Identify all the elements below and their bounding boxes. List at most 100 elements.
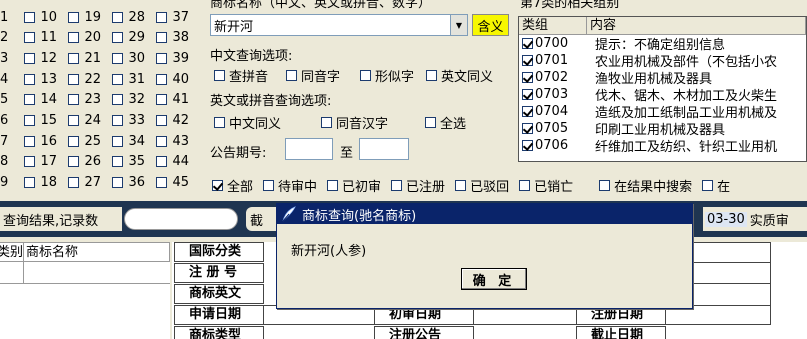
- class-option[interactable]: 33: [112, 111, 145, 131]
- status-filter-option[interactable]: 全部: [212, 176, 253, 195]
- checkbox[interactable]: [214, 117, 225, 128]
- announce-to-input[interactable]: [359, 138, 409, 160]
- checkbox[interactable]: [24, 73, 35, 85]
- checkbox[interactable]: [522, 55, 533, 66]
- checkbox[interactable]: [519, 179, 531, 191]
- checkbox[interactable]: [24, 156, 35, 168]
- class-option[interactable]: 8: [0, 152, 14, 172]
- class-option[interactable]: 36: [112, 173, 145, 193]
- checkbox[interactable]: [156, 32, 167, 44]
- checkbox[interactable]: [455, 179, 467, 191]
- checkbox[interactable]: [360, 70, 371, 81]
- checkbox[interactable]: [24, 52, 35, 64]
- chevron-down-icon[interactable]: ▼: [450, 15, 467, 35]
- list-item[interactable]: 0700 提示：不确定组别信息: [519, 35, 806, 53]
- option-homophone[interactable]: 同音字: [286, 66, 340, 85]
- checkbox[interactable]: [24, 115, 35, 126]
- checkbox[interactable]: [112, 94, 123, 106]
- meaning-button[interactable]: 含义: [472, 14, 509, 36]
- class-option[interactable]: 25: [68, 131, 101, 151]
- class-option[interactable]: 1: [0, 7, 14, 27]
- class-option[interactable]: 5: [0, 90, 14, 110]
- class-option[interactable]: 11: [24, 28, 57, 48]
- checkbox[interactable]: [68, 115, 79, 126]
- checkbox[interactable]: [156, 177, 167, 189]
- class-option[interactable]: 20: [68, 28, 101, 48]
- checkbox[interactable]: [522, 106, 533, 117]
- checkbox[interactable]: [112, 32, 123, 44]
- list-item[interactable]: 0702 渔牧业用机械及器具: [519, 69, 806, 87]
- checkbox[interactable]: [599, 179, 611, 191]
- checkbox[interactable]: [522, 123, 533, 134]
- checkbox[interactable]: [263, 179, 275, 191]
- checkbox[interactable]: [156, 11, 167, 23]
- class-option[interactable]: 35: [112, 152, 145, 172]
- checkbox[interactable]: [522, 38, 533, 49]
- checkbox[interactable]: [702, 179, 714, 191]
- class-option[interactable]: 45: [156, 173, 189, 193]
- checkbox[interactable]: [112, 73, 123, 85]
- class-option[interactable]: 13: [24, 69, 57, 89]
- checkbox[interactable]: [68, 32, 79, 44]
- class-option[interactable]: 37: [156, 7, 189, 27]
- class-option[interactable]: 24: [68, 111, 101, 131]
- class-option[interactable]: 16: [24, 131, 57, 151]
- status-filter-option[interactable]: 在结果中搜索: [599, 176, 692, 195]
- class-option[interactable]: 4: [0, 69, 14, 89]
- class-option[interactable]: 7: [0, 131, 14, 151]
- checkbox[interactable]: [68, 177, 79, 189]
- status-filter-option[interactable]: 已初审: [327, 176, 381, 195]
- class-option[interactable]: 12: [24, 48, 57, 68]
- checkbox[interactable]: [214, 70, 225, 81]
- checkbox[interactable]: [68, 135, 79, 147]
- checkbox[interactable]: [24, 135, 35, 147]
- checkbox[interactable]: [522, 72, 533, 83]
- ok-button[interactable]: 确 定: [461, 268, 527, 290]
- class-option[interactable]: 43: [156, 131, 189, 151]
- class-option[interactable]: 39: [156, 48, 189, 68]
- list-item[interactable]: 0701 农业用机械及部件（不包括小农: [519, 52, 806, 70]
- checkbox[interactable]: [68, 52, 79, 64]
- announce-from-input[interactable]: [285, 138, 333, 160]
- checkbox[interactable]: [24, 177, 35, 189]
- results-table[interactable]: 类别 商标名称: [0, 242, 170, 339]
- class-option[interactable]: 28: [112, 7, 145, 27]
- checkbox[interactable]: [425, 117, 436, 128]
- status-filter-option[interactable]: 已注册: [391, 176, 445, 195]
- dialog-title-bar[interactable]: 商标查询(驰名商标): [277, 204, 692, 224]
- status-filter-option[interactable]: 在: [702, 176, 730, 195]
- checkbox[interactable]: [112, 52, 123, 64]
- class-option[interactable]: 27: [68, 173, 101, 193]
- trademark-name-combobox[interactable]: 新开河 ▼: [210, 14, 468, 36]
- list-item[interactable]: 0703 伐木、锯木、木材加工及火柴生: [519, 86, 806, 104]
- status-filter-option[interactable]: 已销亡: [519, 176, 573, 195]
- checkbox[interactable]: [68, 156, 79, 168]
- class-option[interactable]: 31: [112, 69, 145, 89]
- class-option[interactable]: 41: [156, 90, 189, 110]
- checkbox[interactable]: [24, 32, 35, 44]
- class-option[interactable]: 44: [156, 152, 189, 172]
- checkbox[interactable]: [68, 73, 79, 85]
- list-item[interactable]: 0706 纤维加工及纺织、针织工业用机: [519, 137, 806, 155]
- checkbox[interactable]: [321, 117, 332, 128]
- checkbox[interactable]: [24, 11, 35, 23]
- class-option[interactable]: 9: [0, 173, 14, 193]
- checkbox[interactable]: [24, 94, 35, 106]
- class-option[interactable]: 15: [24, 111, 57, 131]
- checkbox[interactable]: [68, 94, 79, 106]
- class-option[interactable]: 34: [112, 131, 145, 151]
- list-item[interactable]: 0704 造纸及加工纸制品工业用机械及: [519, 103, 806, 121]
- class-option[interactable]: 40: [156, 69, 189, 89]
- option-similar-shape[interactable]: 形似字: [360, 66, 414, 85]
- option-chinese-synonym[interactable]: 中文同义: [214, 113, 281, 132]
- col-class-header[interactable]: 类别: [0, 243, 24, 261]
- class-option[interactable]: 30: [112, 48, 145, 68]
- class-option[interactable]: 18: [24, 173, 57, 193]
- checkbox[interactable]: [426, 70, 437, 81]
- checkbox[interactable]: [112, 156, 123, 168]
- checkbox[interactable]: [156, 52, 167, 64]
- checkbox[interactable]: [112, 11, 123, 23]
- list-item[interactable]: 0705 印刷工业用机械及器具: [519, 120, 806, 138]
- checkbox[interactable]: [156, 135, 167, 147]
- checkbox[interactable]: [112, 177, 123, 189]
